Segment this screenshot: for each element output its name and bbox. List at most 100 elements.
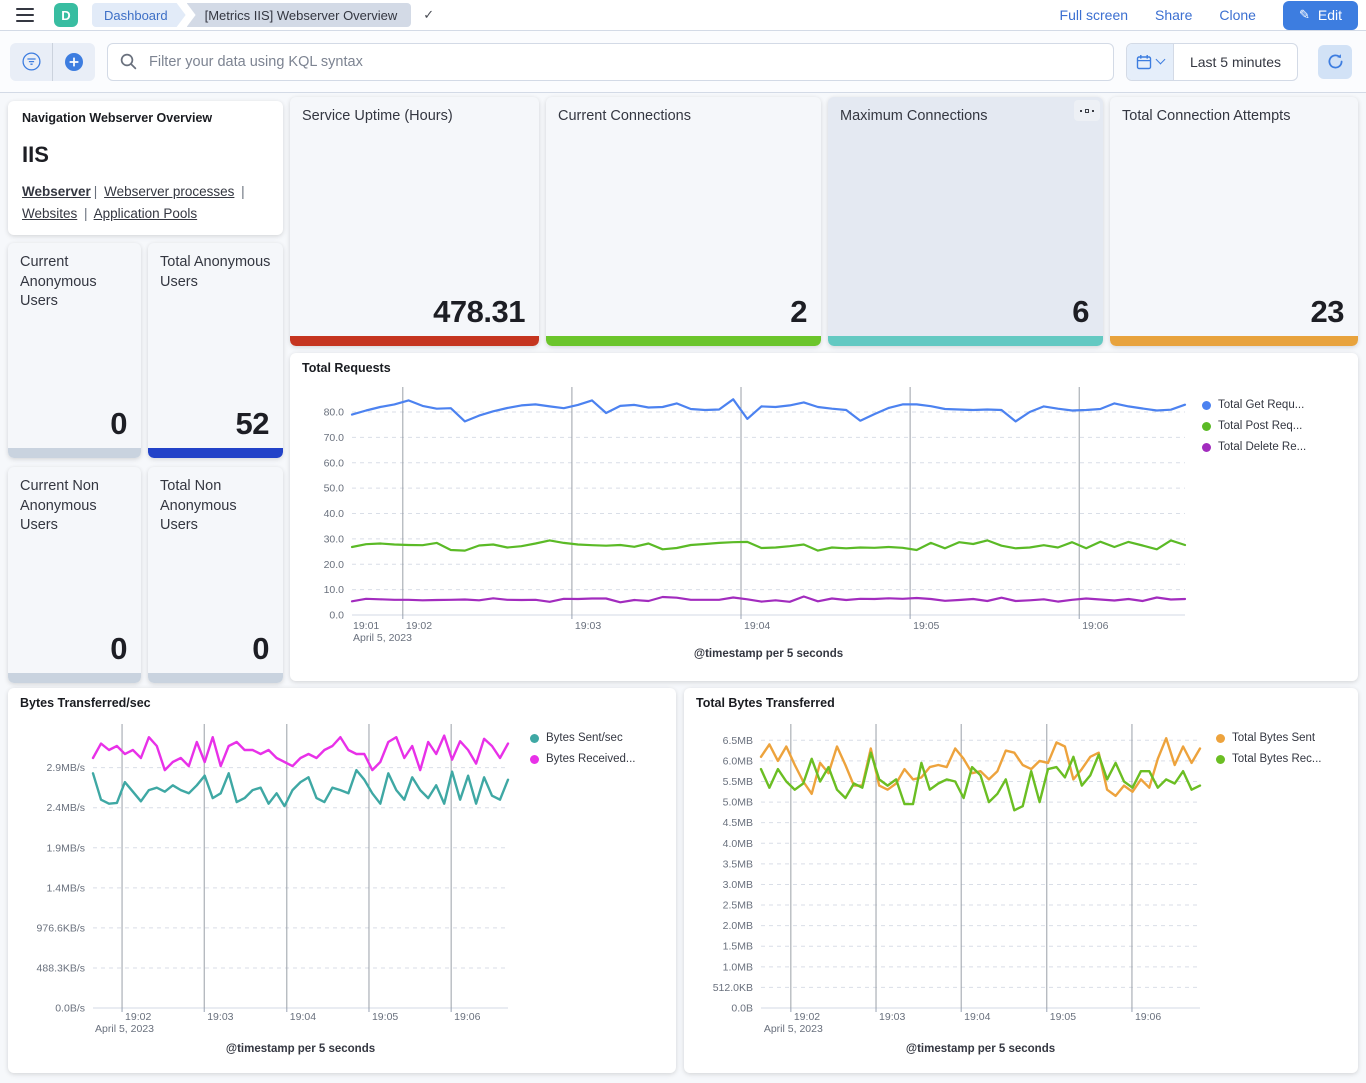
svg-text:10.0: 10.0	[324, 584, 345, 596]
metric-color-bar	[8, 448, 141, 458]
legend-dot-icon	[530, 734, 539, 743]
chart-legend: Bytes Sent/sec Bytes Received...	[530, 732, 670, 765]
metric-color-bar	[828, 336, 1103, 346]
metric-color-bar	[546, 336, 821, 346]
saved-query-menu-button[interactable]	[10, 43, 52, 81]
nav-link-webserver[interactable]: Webserver	[22, 184, 91, 199]
kql-search-input[interactable]	[147, 53, 1101, 71]
svg-text:20.0: 20.0	[324, 559, 345, 571]
metric-value: 2	[790, 294, 807, 330]
svg-text:3.0MB: 3.0MB	[723, 879, 753, 891]
clone-link[interactable]: Clone	[1219, 7, 1256, 23]
panel-title: Total Requests	[302, 361, 391, 375]
panel-options-button[interactable]	[1074, 100, 1100, 121]
svg-text:1.9MB/s: 1.9MB/s	[46, 842, 85, 854]
menu-button[interactable]	[8, 0, 42, 30]
legend-item[interactable]: Bytes Received...	[530, 753, 670, 765]
share-link[interactable]: Share	[1155, 7, 1192, 23]
svg-text:0.0B/s: 0.0B/s	[55, 1003, 85, 1015]
total-requests-chart[interactable]: 0.010.020.030.040.050.060.070.080.019:02…	[290, 379, 1220, 679]
svg-text:@timestamp per 5 seconds: @timestamp per 5 seconds	[226, 1043, 375, 1055]
kql-search-box	[107, 43, 1114, 81]
date-picker-calendar-button[interactable]	[1127, 44, 1174, 80]
svg-text:70.0: 70.0	[324, 432, 345, 444]
svg-text:976.6KB/s: 976.6KB/s	[37, 922, 85, 934]
full-screen-link[interactable]: Full screen	[1060, 7, 1128, 23]
svg-text:@timestamp per 5 seconds: @timestamp per 5 seconds	[906, 1043, 1055, 1055]
legend-dot-icon	[530, 755, 539, 764]
metric-title: Maximum Connections	[828, 97, 1103, 127]
total-bytes-chart[interactable]: 0.0B512.0KB1.0MB1.5MB2.0MB2.5MB3.0MB3.5M…	[684, 714, 1219, 1066]
legend-item[interactable]: Bytes Sent/sec	[530, 732, 670, 744]
svg-text:5.0MB: 5.0MB	[723, 797, 753, 809]
link-separator: |	[84, 206, 88, 221]
chevron-down-icon	[1155, 55, 1165, 65]
metric-color-bar	[148, 448, 283, 458]
navigation-heading: IIS	[22, 142, 269, 168]
svg-text:19:03: 19:03	[575, 620, 601, 632]
legend-label: Total Post Req...	[1218, 420, 1302, 432]
svg-text:April 5, 2023: April 5, 2023	[764, 1023, 823, 1035]
metric-title: Total Non Anonymous Users	[148, 467, 283, 536]
boxes-horizontal-icon	[1085, 109, 1089, 113]
svg-text:19:06: 19:06	[454, 1011, 480, 1023]
add-filter-button[interactable]	[53, 43, 95, 81]
time-range-button[interactable]: Last 5 minutes	[1174, 44, 1297, 80]
metric-color-bar	[290, 336, 539, 346]
refresh-icon	[1327, 53, 1344, 70]
bytes-transferred-chart[interactable]: 0.0B/s488.3KB/s976.6KB/s1.4MB/s1.9MB/s2.…	[8, 714, 528, 1066]
metric-title: Current Connections	[546, 97, 821, 127]
svg-text:40.0: 40.0	[324, 508, 345, 520]
metric-title: Total Connection Attempts	[1110, 97, 1358, 127]
svg-text:80.0: 80.0	[324, 407, 345, 419]
legend-item[interactable]: Total Delete Re...	[1202, 441, 1354, 453]
svg-text:19:03: 19:03	[879, 1011, 905, 1023]
link-separator: |	[241, 184, 245, 199]
svg-text:6.0MB: 6.0MB	[723, 755, 753, 767]
svg-text:April 5, 2023: April 5, 2023	[95, 1023, 154, 1035]
plus-in-circle-icon	[64, 52, 84, 72]
legend-item[interactable]: Total Post Req...	[1202, 420, 1354, 432]
nav-link-webserver-processes[interactable]: Webserver processes	[104, 184, 234, 199]
legend-item[interactable]: Total Bytes Sent	[1216, 732, 1354, 744]
top-navigation-bar: D Dashboard [Metrics IIS] Webserver Over…	[0, 0, 1366, 31]
svg-text:1.4MB/s: 1.4MB/s	[46, 882, 85, 894]
date-picker: Last 5 minutes	[1126, 43, 1298, 81]
total-requests-panel: Total Requests 0.010.020.030.040.050.060…	[290, 353, 1358, 681]
pencil-icon: ✎	[1299, 7, 1310, 23]
legend-dot-icon	[1216, 755, 1225, 764]
filter-in-circle-icon	[22, 52, 41, 71]
breadcrumb: Dashboard [Metrics IIS] Webserver Overvi…	[92, 3, 434, 27]
legend-dot-icon	[1202, 422, 1211, 431]
legend-label: Bytes Received...	[546, 753, 635, 765]
legend-item[interactable]: Total Get Requ...	[1202, 399, 1354, 411]
metric-panel-total-anonymous-users: Total Anonymous Users 52	[148, 243, 283, 458]
edit-button[interactable]: ✎ Edit	[1283, 1, 1358, 30]
legend-label: Bytes Sent/sec	[546, 732, 623, 744]
legend-label: Total Get Requ...	[1218, 399, 1304, 411]
metric-color-bar	[8, 673, 141, 683]
chart-legend: Total Get Requ... Total Post Req... Total …	[1202, 399, 1354, 453]
legend-item[interactable]: Total Bytes Rec...	[1216, 753, 1354, 765]
legend-label: Total Bytes Rec...	[1232, 753, 1321, 765]
total-bytes-transferred-panel: Total Bytes Transferred 0.0B512.0KB1.0MB…	[684, 688, 1358, 1073]
svg-text:19:04: 19:04	[290, 1011, 316, 1023]
nav-link-application-pools[interactable]: Application Pools	[94, 206, 198, 221]
svg-text:1.5MB: 1.5MB	[723, 941, 753, 953]
metric-panel-total-non-anonymous-users: Total Non Anonymous Users 0	[148, 467, 283, 683]
calendar-icon	[1136, 54, 1152, 70]
svg-text:1.0MB: 1.0MB	[723, 961, 753, 973]
svg-text:50.0: 50.0	[324, 483, 345, 495]
metric-title: Total Anonymous Users	[148, 243, 283, 292]
breadcrumb-dashboard[interactable]: Dashboard	[92, 3, 186, 27]
svg-text:April 5, 2023: April 5, 2023	[353, 632, 412, 644]
nav-link-websites[interactable]: Websites	[22, 206, 77, 221]
metric-value: 52	[236, 406, 269, 442]
refresh-button[interactable]	[1318, 45, 1352, 79]
svg-text:0.0: 0.0	[329, 610, 344, 622]
svg-text:19:02: 19:02	[125, 1011, 151, 1023]
metric-value: 0	[110, 631, 127, 667]
svg-text:2.9MB/s: 2.9MB/s	[46, 762, 85, 774]
metric-color-bar	[148, 673, 283, 683]
navigation-panel-title: Navigation Webserver Overview	[22, 111, 269, 125]
